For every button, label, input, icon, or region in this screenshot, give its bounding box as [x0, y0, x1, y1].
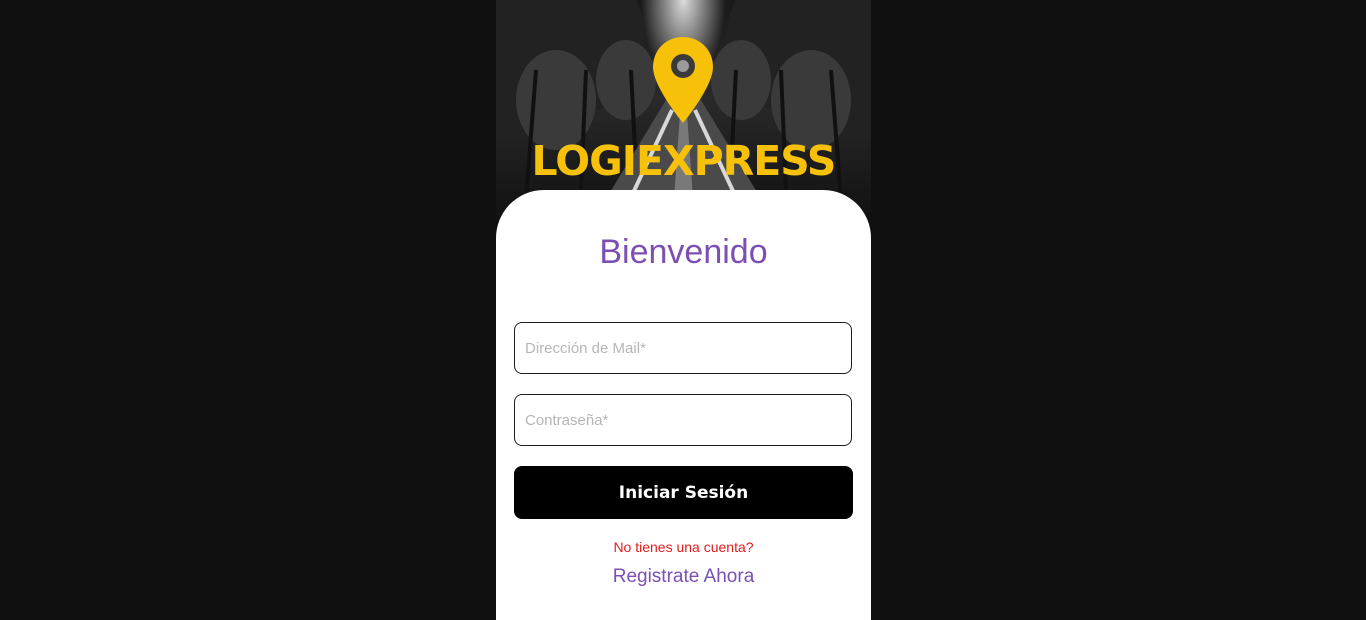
brand-wordmark: LOGIEXPRESS: [531, 137, 837, 185]
location-pin-icon: [653, 37, 713, 123]
login-card: Bienvenido Iniciar Sesión No tienes una …: [496, 190, 871, 620]
password-field[interactable]: [514, 394, 852, 446]
login-screen: LOGIEXPRESS Bienvenido Iniciar Sesión No…: [496, 0, 871, 620]
email-field[interactable]: [514, 322, 852, 374]
no-account-text: No tienes una cuenta?: [613, 539, 754, 555]
register-link[interactable]: Registrate Ahora: [496, 566, 871, 588]
email-input[interactable]: [515, 323, 851, 373]
login-button[interactable]: Iniciar Sesión: [514, 466, 853, 519]
welcome-title: Bienvenido: [599, 233, 768, 271]
password-input[interactable]: [515, 395, 851, 445]
